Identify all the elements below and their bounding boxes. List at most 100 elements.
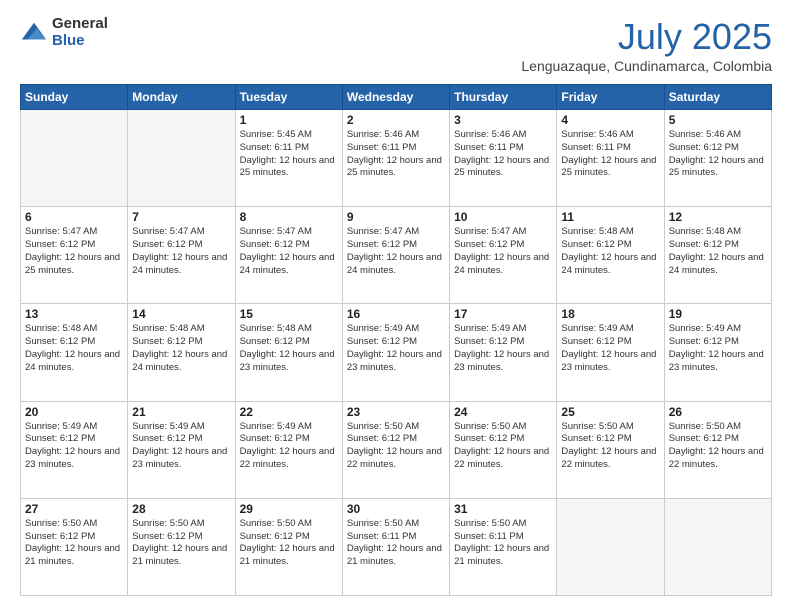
calendar-cell: 21Sunrise: 5:49 AM Sunset: 6:12 PM Dayli… — [128, 401, 235, 498]
day-number: 25 — [561, 405, 659, 419]
day-info: Sunrise: 5:48 AM Sunset: 6:12 PM Dayligh… — [25, 323, 123, 374]
day-number: 31 — [454, 502, 552, 516]
day-info: Sunrise: 5:50 AM Sunset: 6:11 PM Dayligh… — [454, 518, 552, 569]
day-number: 1 — [240, 113, 338, 127]
calendar-cell: 3 Sunrise: 5:46 AM Sunset: 6:11 PM Daylig… — [450, 110, 557, 207]
day-info: Sunrise: 5:49 AM Sunset: 6:12 PM Dayligh… — [454, 323, 552, 374]
day-info: Sunrise: 5:50 AM Sunset: 6:12 PM Dayligh… — [347, 421, 445, 472]
calendar-header-friday: Friday — [557, 85, 664, 110]
day-info: Sunrise: 5:49 AM Sunset: 6:12 PM Dayligh… — [347, 323, 445, 374]
day-info: Sunrise: 5:50 AM Sunset: 6:12 PM Dayligh… — [25, 518, 123, 569]
day-number: 8 — [240, 210, 338, 224]
calendar-week-row: 27 Sunrise: 5:50 AM Sunset: 6:12 PM Dayli… — [21, 498, 772, 595]
calendar-week-row: 1Sunrise: 5:45 AM Sunset: 6:11 PM Daylig… — [21, 110, 772, 207]
day-info: Sunrise: 5:49 AM Sunset: 6:12 PM Dayligh… — [25, 421, 123, 472]
calendar-cell: 23 Sunrise: 5:50 AM Sunset: 6:12 PM Dayli… — [342, 401, 449, 498]
day-number: 9 — [347, 210, 445, 224]
calendar-cell: 29Sunrise: 5:50 AM Sunset: 6:12 PM Dayli… — [235, 498, 342, 595]
day-info: Sunrise: 5:47 AM Sunset: 6:12 PM Dayligh… — [240, 226, 338, 277]
calendar-header-thursday: Thursday — [450, 85, 557, 110]
day-number: 19 — [669, 307, 767, 321]
calendar-cell: 16 Sunrise: 5:49 AM Sunset: 6:12 PM Dayli… — [342, 304, 449, 401]
day-number: 2 — [347, 113, 445, 127]
day-info: Sunrise: 5:50 AM Sunset: 6:12 PM Dayligh… — [561, 421, 659, 472]
calendar-cell — [128, 110, 235, 207]
calendar-cell: 27 Sunrise: 5:50 AM Sunset: 6:12 PM Dayli… — [21, 498, 128, 595]
day-number: 16 — [347, 307, 445, 321]
calendar-cell: 17 Sunrise: 5:49 AM Sunset: 6:12 PM Dayli… — [450, 304, 557, 401]
calendar-cell: 26Sunrise: 5:50 AM Sunset: 6:12 PM Dayli… — [664, 401, 771, 498]
calendar-cell: 15 Sunrise: 5:48 AM Sunset: 6:12 PM Dayli… — [235, 304, 342, 401]
calendar-cell — [21, 110, 128, 207]
calendar-header-monday: Monday — [128, 85, 235, 110]
calendar-week-row: 13 Sunrise: 5:48 AM Sunset: 6:12 PM Dayli… — [21, 304, 772, 401]
day-info: Sunrise: 5:49 AM Sunset: 6:12 PM Dayligh… — [669, 323, 767, 374]
location: Lenguazaque, Cundinamarca, Colombia — [521, 58, 772, 74]
day-info: Sunrise: 5:47 AM Sunset: 6:12 PM Dayligh… — [25, 226, 123, 277]
calendar-cell: 7Sunrise: 5:47 AM Sunset: 6:12 PM Daylig… — [128, 207, 235, 304]
calendar-week-row: 6 Sunrise: 5:47 AM Sunset: 6:12 PM Daylig… — [21, 207, 772, 304]
day-info: Sunrise: 5:50 AM Sunset: 6:12 PM Dayligh… — [132, 518, 230, 569]
calendar-cell: 1Sunrise: 5:45 AM Sunset: 6:11 PM Daylig… — [235, 110, 342, 207]
day-info: Sunrise: 5:46 AM Sunset: 6:11 PM Dayligh… — [561, 129, 659, 180]
calendar-cell: 8 Sunrise: 5:47 AM Sunset: 6:12 PM Daylig… — [235, 207, 342, 304]
day-info: Sunrise: 5:46 AM Sunset: 6:11 PM Dayligh… — [454, 129, 552, 180]
calendar-header-tuesday: Tuesday — [235, 85, 342, 110]
day-number: 3 — [454, 113, 552, 127]
calendar-cell: 6 Sunrise: 5:47 AM Sunset: 6:12 PM Daylig… — [21, 207, 128, 304]
day-info: Sunrise: 5:50 AM Sunset: 6:11 PM Dayligh… — [347, 518, 445, 569]
calendar-cell: 13 Sunrise: 5:48 AM Sunset: 6:12 PM Dayli… — [21, 304, 128, 401]
day-number: 17 — [454, 307, 552, 321]
day-number: 7 — [132, 210, 230, 224]
day-number: 22 — [240, 405, 338, 419]
day-number: 24 — [454, 405, 552, 419]
day-number: 11 — [561, 210, 659, 224]
title-block: July 2025 Lenguazaque, Cundinamarca, Col… — [521, 16, 772, 74]
calendar-cell — [557, 498, 664, 595]
logo: General Blue — [20, 16, 108, 49]
calendar-cell: 28 Sunrise: 5:50 AM Sunset: 6:12 PM Dayli… — [128, 498, 235, 595]
day-info: Sunrise: 5:47 AM Sunset: 6:12 PM Dayligh… — [454, 226, 552, 277]
calendar-cell: 20 Sunrise: 5:49 AM Sunset: 6:12 PM Dayli… — [21, 401, 128, 498]
day-number: 20 — [25, 405, 123, 419]
calendar-cell — [664, 498, 771, 595]
day-number: 6 — [25, 210, 123, 224]
calendar-week-row: 20 Sunrise: 5:49 AM Sunset: 6:12 PM Dayli… — [21, 401, 772, 498]
day-info: Sunrise: 5:46 AM Sunset: 6:12 PM Dayligh… — [669, 129, 767, 180]
calendar-cell: 18 Sunrise: 5:49 AM Sunset: 6:12 PM Dayli… — [557, 304, 664, 401]
calendar-cell: 10Sunrise: 5:47 AM Sunset: 6:12 PM Dayli… — [450, 207, 557, 304]
day-info: Sunrise: 5:48 AM Sunset: 6:12 PM Dayligh… — [561, 226, 659, 277]
day-number: 18 — [561, 307, 659, 321]
calendar: SundayMondayTuesdayWednesdayThursdayFrid… — [20, 84, 772, 596]
calendar-cell: 5 Sunrise: 5:46 AM Sunset: 6:12 PM Daylig… — [664, 110, 771, 207]
calendar-cell: 25 Sunrise: 5:50 AM Sunset: 6:12 PM Dayli… — [557, 401, 664, 498]
day-number: 12 — [669, 210, 767, 224]
day-number: 27 — [25, 502, 123, 516]
calendar-cell: 30Sunrise: 5:50 AM Sunset: 6:11 PM Dayli… — [342, 498, 449, 595]
calendar-cell: 12 Sunrise: 5:48 AM Sunset: 6:12 PM Dayli… — [664, 207, 771, 304]
day-number: 26 — [669, 405, 767, 419]
day-info: Sunrise: 5:48 AM Sunset: 6:12 PM Dayligh… — [669, 226, 767, 277]
calendar-cell: 14 Sunrise: 5:48 AM Sunset: 6:12 PM Dayli… — [128, 304, 235, 401]
day-info: Sunrise: 5:49 AM Sunset: 6:12 PM Dayligh… — [561, 323, 659, 374]
logo-general-text: General — [52, 16, 108, 33]
calendar-header-row: SundayMondayTuesdayWednesdayThursdayFrid… — [21, 85, 772, 110]
calendar-cell: 19 Sunrise: 5:49 AM Sunset: 6:12 PM Dayli… — [664, 304, 771, 401]
day-info: Sunrise: 5:48 AM Sunset: 6:12 PM Dayligh… — [132, 323, 230, 374]
day-number: 28 — [132, 502, 230, 516]
day-number: 13 — [25, 307, 123, 321]
day-info: Sunrise: 5:48 AM Sunset: 6:12 PM Dayligh… — [240, 323, 338, 374]
calendar-cell: 2Sunrise: 5:46 AM Sunset: 6:11 PM Daylig… — [342, 110, 449, 207]
calendar-header-sunday: Sunday — [21, 85, 128, 110]
day-number: 23 — [347, 405, 445, 419]
day-number: 14 — [132, 307, 230, 321]
logo-icon — [20, 19, 48, 47]
calendar-cell: 4 Sunrise: 5:46 AM Sunset: 6:11 PM Daylig… — [557, 110, 664, 207]
day-number: 4 — [561, 113, 659, 127]
logo-blue-text: Blue — [52, 33, 108, 50]
month-title: July 2025 — [521, 16, 772, 58]
day-number: 5 — [669, 113, 767, 127]
day-info: Sunrise: 5:50 AM Sunset: 6:12 PM Dayligh… — [454, 421, 552, 472]
day-number: 15 — [240, 307, 338, 321]
day-info: Sunrise: 5:49 AM Sunset: 6:12 PM Dayligh… — [132, 421, 230, 472]
